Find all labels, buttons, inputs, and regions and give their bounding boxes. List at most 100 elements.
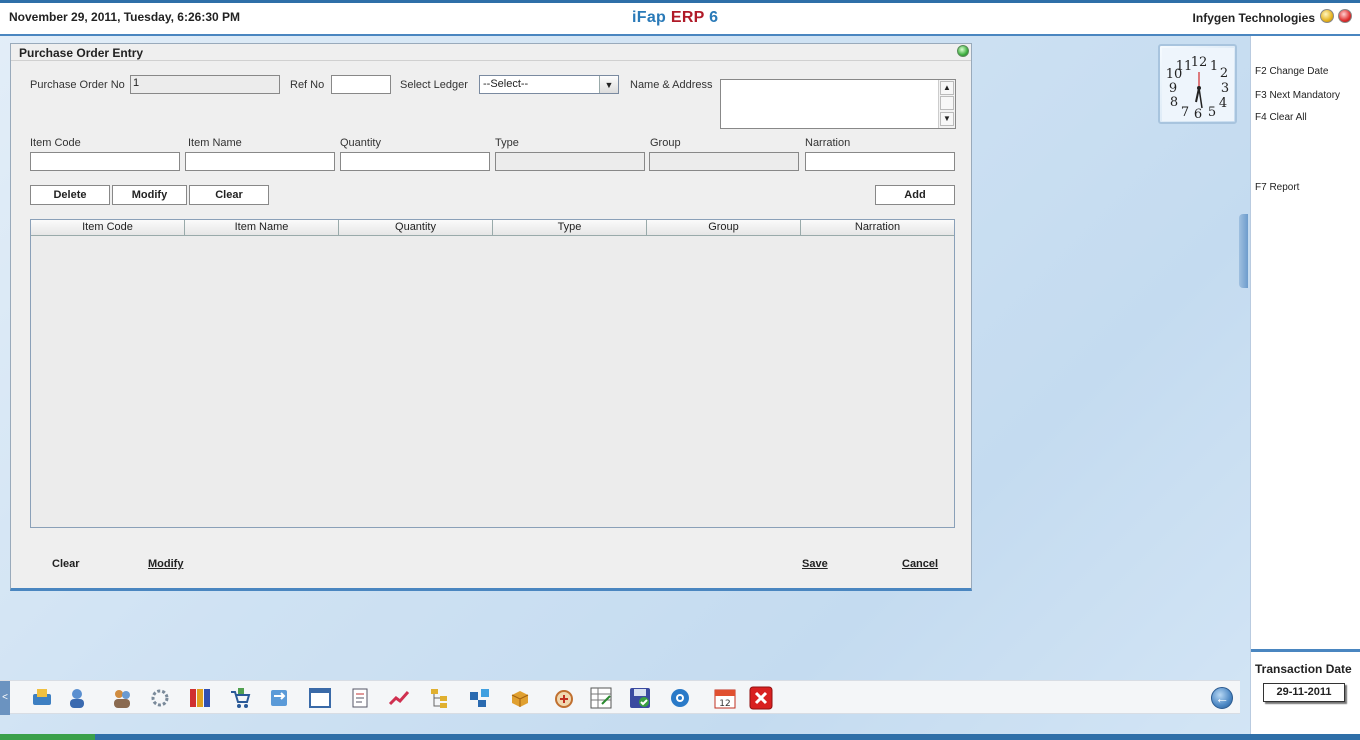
- side-panel-handle[interactable]: [1239, 214, 1248, 288]
- cancel-button[interactable]: Cancel: [902, 558, 938, 570]
- package-icon[interactable]: [508, 686, 532, 710]
- scroll-up-icon[interactable]: ▲: [940, 81, 954, 95]
- purchase-order-window: Purchase Order Entry Purchase Order No 1…: [10, 43, 972, 591]
- shortcut-f2[interactable]: F2 Change Date: [1255, 66, 1328, 77]
- grid-col-item-code[interactable]: Item Code: [31, 220, 185, 236]
- svg-text:3: 3: [1221, 81, 1229, 96]
- books-icon[interactable]: [188, 686, 212, 710]
- minimize-icon[interactable]: [1320, 9, 1334, 23]
- bottom-status-strip: [0, 734, 1360, 740]
- svg-text:7: 7: [1181, 105, 1189, 120]
- ledger-selected-value: --Select--: [483, 78, 529, 90]
- chevron-down-icon[interactable]: ▼: [599, 76, 618, 93]
- svg-text:8: 8: [1170, 95, 1178, 110]
- customer-icon[interactable]: [65, 686, 89, 710]
- quantity-field[interactable]: [340, 152, 490, 171]
- svg-text:11: 11: [1176, 59, 1193, 74]
- app-brand: iFap ERP 6: [632, 9, 718, 27]
- po-no-label: Purchase Order No: [30, 79, 125, 91]
- users-icon[interactable]: [110, 686, 134, 710]
- svg-text:12: 12: [1191, 55, 1208, 70]
- svg-text:5: 5: [1208, 105, 1216, 120]
- modify-item-button[interactable]: Modify: [112, 185, 187, 205]
- tree-icon[interactable]: [428, 686, 452, 710]
- type-field[interactable]: [495, 152, 645, 171]
- svg-text:6: 6: [1194, 107, 1202, 121]
- back-arrow-icon[interactable]: ←: [1211, 687, 1233, 709]
- svg-text:9: 9: [1169, 81, 1177, 96]
- address-label: Name & Address: [630, 79, 713, 91]
- clock-face-icon: 12 1 2 3 4 5 6 7 8 9 10 11: [1162, 48, 1234, 121]
- window-status-icon[interactable]: [957, 45, 969, 57]
- delete-button[interactable]: Delete: [30, 185, 110, 205]
- calculator-icon[interactable]: [552, 686, 576, 710]
- network-icon[interactable]: [148, 686, 172, 710]
- spreadsheet-icon[interactable]: [589, 686, 613, 710]
- window-icon[interactable]: [308, 686, 332, 710]
- document-icon[interactable]: [348, 686, 372, 710]
- ref-no-field[interactable]: [331, 75, 391, 94]
- ledger-label: Select Ledger: [400, 79, 468, 91]
- quantity-label: Quantity: [340, 137, 381, 149]
- items-grid[interactable]: Item Code Item Name Quantity Type Group …: [30, 219, 955, 528]
- chart-icon[interactable]: [387, 686, 411, 710]
- clear-form-button[interactable]: Clear: [52, 558, 80, 570]
- transaction-date-value[interactable]: 29-11-2011: [1263, 683, 1345, 702]
- brand-ifap: iFap: [632, 9, 667, 26]
- ledger-select[interactable]: --Select-- ▼: [479, 75, 619, 94]
- save-button[interactable]: Save: [802, 558, 828, 570]
- toolbar-collapse-icon[interactable]: <: [0, 681, 10, 715]
- current-datetime: November 29, 2011, Tuesday, 6:26:30 PM: [9, 10, 241, 24]
- cart-icon[interactable]: [228, 686, 252, 710]
- grid-col-item-name[interactable]: Item Name: [185, 220, 339, 236]
- ref-no-label: Ref No: [290, 79, 325, 91]
- grid-col-narration[interactable]: Narration: [801, 220, 954, 236]
- workflow-icon[interactable]: [468, 686, 492, 710]
- grid-col-quantity[interactable]: Quantity: [339, 220, 493, 236]
- window-title: Purchase Order Entry: [19, 46, 144, 60]
- shortcut-f4[interactable]: F4 Clear All: [1255, 112, 1307, 123]
- brand-erp: ERP: [670, 9, 705, 26]
- svg-text:4: 4: [1219, 96, 1227, 111]
- bottom-toolbar: < 12 ←: [0, 680, 1240, 715]
- shortcut-f3[interactable]: F3 Next Mandatory: [1255, 90, 1340, 101]
- close-icon[interactable]: [749, 686, 773, 710]
- transfer-icon[interactable]: [267, 686, 291, 710]
- panel-divider: [1251, 649, 1360, 652]
- grid-col-type[interactable]: Type: [493, 220, 647, 236]
- company-name: Infygen Technologies: [1192, 11, 1315, 25]
- calendar-icon[interactable]: 12: [713, 686, 737, 710]
- item-name-field[interactable]: [185, 152, 335, 171]
- address-textarea[interactable]: ▲ ▼: [720, 79, 956, 129]
- grid-header: Item Code Item Name Quantity Type Group …: [31, 220, 954, 236]
- scroll-down-icon[interactable]: ▼: [940, 112, 954, 126]
- calendar-day: 12: [719, 699, 730, 709]
- item-code-label: Item Code: [30, 137, 81, 149]
- svg-text:2: 2: [1220, 66, 1228, 81]
- po-no-field[interactable]: 1: [130, 75, 280, 94]
- status-progress: [0, 734, 95, 740]
- analog-clock: 12 1 2 3 4 5 6 7 8 9 10 11: [1158, 44, 1237, 124]
- settings-icon[interactable]: [668, 686, 692, 710]
- narration-field[interactable]: [805, 152, 955, 171]
- clear-item-button[interactable]: Clear: [189, 185, 269, 205]
- item-name-label: Item Name: [188, 137, 242, 149]
- shortcut-f7[interactable]: F7 Report: [1255, 182, 1299, 193]
- brand-version: 6: [709, 9, 719, 26]
- item-code-field[interactable]: [30, 152, 180, 171]
- save-disk-icon[interactable]: [628, 686, 652, 710]
- sales-icon[interactable]: [30, 686, 54, 710]
- modify-form-button[interactable]: Modify: [148, 558, 183, 570]
- scroll-thumb[interactable]: [940, 96, 954, 110]
- type-label: Type: [495, 137, 519, 149]
- group-field[interactable]: [649, 152, 799, 171]
- grid-col-group[interactable]: Group: [647, 220, 801, 236]
- svg-text:1: 1: [1210, 59, 1218, 74]
- transaction-date-title: Transaction Date: [1255, 662, 1352, 676]
- close-app-icon[interactable]: [1338, 9, 1352, 23]
- narration-label: Narration: [805, 137, 851, 149]
- shortcut-panel: F2 Change Date F3 Next Mandatory F4 Clea…: [1250, 36, 1360, 736]
- address-scrollbar[interactable]: ▲ ▼: [938, 80, 955, 128]
- group-label: Group: [650, 137, 681, 149]
- add-button[interactable]: Add: [875, 185, 955, 205]
